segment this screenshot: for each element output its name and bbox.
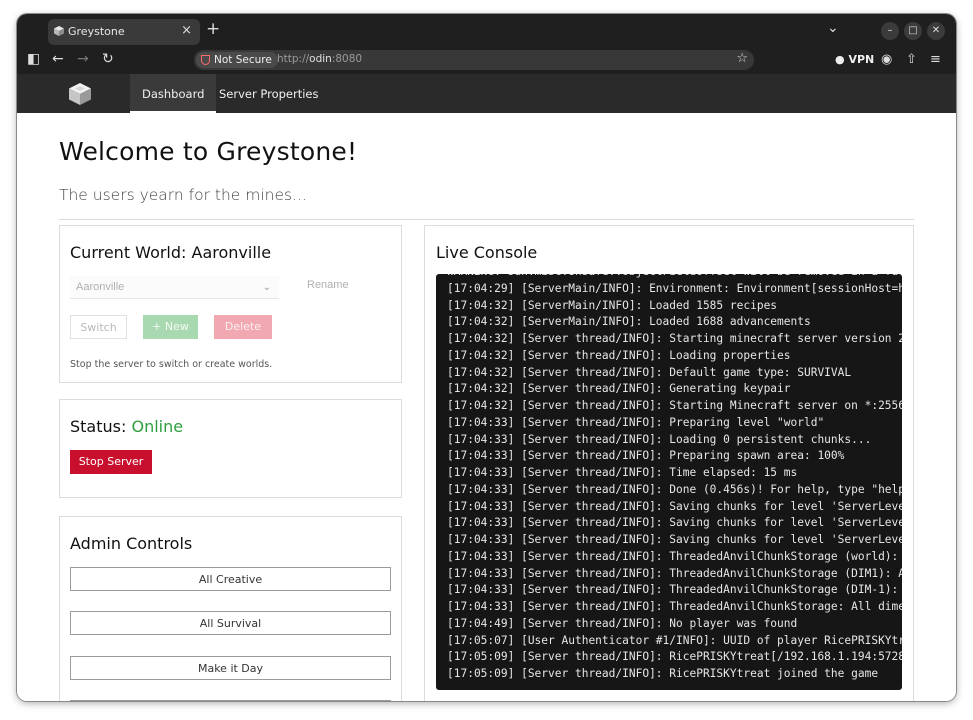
live-console-card: Live Console WARNING: sun.misc.Unsafe::o… — [424, 225, 914, 701]
console-line: [17:04:33] [Server thread/INFO]: Threade… — [447, 583, 902, 597]
admin-heading: Admin Controls — [70, 534, 193, 553]
browser-tab[interactable]: Greystone × — [48, 19, 200, 45]
console-output[interactable]: WARNING: sun.misc.Unsafe::objectFieldOff… — [436, 274, 902, 690]
console-line: [17:05:09] [Server thread/INFO]: RicePRI… — [447, 667, 879, 680]
address-bar[interactable]: Not Secure http://odin:8080 ☆ — [194, 50, 754, 70]
console-heading: Live Console — [436, 243, 538, 262]
browser-tab-bar: Greystone × + ⌄ – □ ✕ — [17, 14, 956, 48]
tab-close-icon[interactable]: × — [181, 23, 192, 38]
all-survival-button[interactable]: All Survival — [70, 611, 391, 635]
world-select-value: Aaronville — [76, 281, 125, 293]
nav-server-properties[interactable]: Server Properties — [207, 74, 331, 113]
console-line: [17:04:33] [Server thread/INFO]: Saving … — [447, 533, 902, 546]
account-icon[interactable]: ◉ — [881, 52, 892, 67]
console-line: [17:04:33] [Server thread/INFO]: Threade… — [447, 600, 902, 613]
console-line: [17:04:29] [ServerMain/INFO]: Environmen… — [447, 281, 902, 295]
stop-server-button[interactable]: Stop Server — [70, 450, 152, 474]
tab-title: Greystone — [68, 25, 125, 38]
console-line: [17:04:49] [Server thread/INFO]: No play… — [447, 616, 798, 630]
new-world-button[interactable]: + New — [143, 315, 198, 339]
console-line: [17:04:33] [Server thread/INFO]: Threade… — [447, 566, 902, 580]
close-window-icon[interactable]: ✕ — [927, 22, 945, 40]
new-tab-icon[interactable]: + — [206, 19, 220, 39]
make-it-day-button[interactable]: Make it Day — [70, 656, 391, 680]
world-heading-prefix: Current World: — [70, 243, 192, 262]
status-value: Online — [131, 417, 184, 436]
switch-button[interactable]: Switch — [70, 315, 127, 339]
console-line: [17:04:32] [Server thread/INFO]: Default… — [447, 365, 852, 379]
tab-list-chevron-icon[interactable]: ⌄ — [827, 20, 839, 36]
security-badge[interactable]: Not Secure — [196, 52, 278, 68]
chevron-down-icon: ⌄ — [262, 282, 271, 293]
console-line: [17:04:32] [ServerMain/INFO]: Loaded 168… — [447, 315, 811, 329]
divider — [59, 219, 914, 220]
world-card-heading: Current World: Aaronville — [70, 243, 271, 262]
reload-icon[interactable]: ↻ — [102, 51, 114, 67]
admin-action-button[interactable] — [70, 700, 391, 701]
world-select[interactable]: Aaronville ⌄ — [70, 276, 279, 299]
url-port: :8080 — [331, 53, 363, 65]
browser-toolbar: ◧ ← → ↻ Not Secure http://odin:8080 ☆ ● … — [17, 48, 956, 75]
status-card: Status: Online Stop Server — [59, 399, 402, 498]
console-line: WARNING: sun.misc.Unsafe::objectFieldOff… — [436, 274, 902, 281]
world-card: Current World: Aaronville Aaronville ⌄ R… — [59, 225, 402, 383]
console-line: [17:04:33] [Server thread/INFO]: Prepari… — [447, 449, 845, 463]
console-line: [17:04:32] [Server thread/INFO]: Generat… — [447, 382, 791, 396]
admin-controls-card: Admin Controls All Creative All Survival… — [59, 516, 402, 701]
url-host: odin — [309, 53, 332, 65]
extensions-icon[interactable]: ⇧ — [906, 52, 917, 67]
url-scheme: http:// — [277, 53, 310, 65]
console-line: [17:04:33] [Server thread/INFO]: Saving … — [447, 499, 902, 513]
url-text[interactable]: http://odin:8080 — [277, 53, 362, 65]
console-line: [17:04:32] [Server thread/INFO]: Startin… — [447, 332, 902, 345]
vpn-label: VPN — [848, 53, 875, 66]
console-line: [17:04:32] [Server thread/INFO]: Loading… — [447, 348, 791, 362]
console-line: [17:04:33] [Server thread/INFO]: Threade… — [447, 549, 902, 563]
console-line: [17:04:33] [Server thread/INFO]: Loading… — [447, 432, 872, 446]
page-subtitle: The users yearn for the mines... — [59, 186, 307, 204]
app-navbar: Dashboard Server Properties — [17, 74, 956, 113]
bookmark-star-icon[interactable]: ☆ — [736, 51, 748, 66]
security-label: Not Secure — [214, 54, 272, 66]
console-line: [17:04:33] [Server thread/INFO]: Saving … — [447, 516, 902, 530]
forward-arrow-icon[interactable]: → — [77, 51, 89, 67]
console-lines: WARNING: sun.misc.Unsafe::objectFieldOff… — [436, 274, 902, 683]
browser-window: Greystone × + ⌄ – □ ✕ ◧ ← → ↻ Not Secure… — [17, 14, 956, 701]
status-heading: Status: Online — [70, 417, 183, 436]
shield-icon — [201, 55, 210, 65]
world-hint-text: Stop the server to switch or create worl… — [70, 359, 273, 370]
console-line: [17:04:33] [Server thread/INFO]: Done (0… — [447, 482, 902, 496]
console-line: [17:05:07] [User Authenticator #1/INFO]:… — [447, 633, 902, 647]
sidebar-toggle-icon[interactable]: ◧ — [27, 51, 40, 67]
menu-icon[interactable]: ≡ — [930, 52, 941, 67]
main-content: Welcome to Greystone! The users yearn fo… — [17, 113, 956, 701]
delete-world-button[interactable]: Delete — [214, 315, 272, 339]
console-line: [17:04:33] [Server thread/INFO]: Time el… — [447, 466, 798, 479]
vpn-button[interactable]: ● VPN — [835, 53, 874, 66]
maximize-icon[interactable]: □ — [904, 22, 922, 40]
page-title: Welcome to Greystone! — [59, 137, 358, 166]
rename-button[interactable]: Rename — [307, 279, 349, 291]
nav-dashboard[interactable]: Dashboard — [130, 74, 217, 113]
greystone-logo-icon[interactable] — [68, 82, 92, 106]
minimize-icon[interactable]: – — [881, 22, 899, 40]
world-name: Aaronville — [191, 243, 272, 262]
console-line: [17:04:32] [Server thread/INFO]: Startin… — [447, 399, 902, 412]
back-arrow-icon[interactable]: ← — [52, 51, 64, 67]
all-creative-button[interactable]: All Creative — [70, 567, 391, 591]
console-line: [17:05:09] [Server thread/INFO]: RicePRI… — [447, 650, 902, 664]
cube-favicon-icon — [54, 26, 64, 36]
console-line: [17:04:33] [Server thread/INFO]: Prepari… — [447, 415, 825, 429]
status-heading-prefix: Status: — [70, 417, 132, 436]
console-line: [17:04:32] [ServerMain/INFO]: Loaded 158… — [447, 298, 778, 312]
